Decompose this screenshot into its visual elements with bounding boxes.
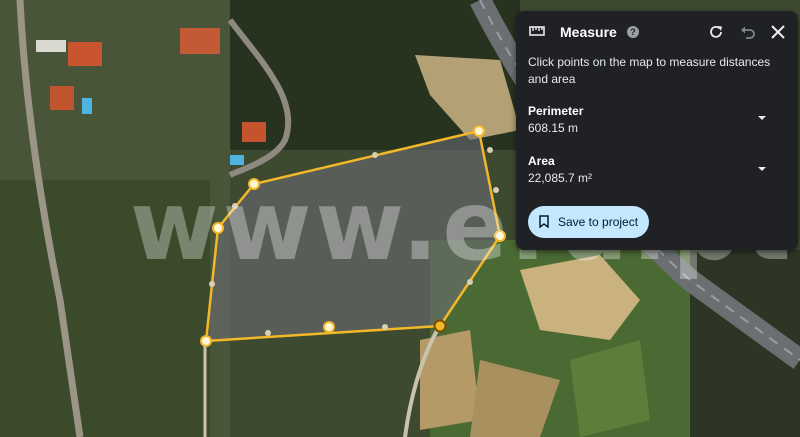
help-circle-icon[interactable]: ? — [627, 26, 639, 38]
vertex-handle[interactable] — [248, 178, 260, 190]
panel-header: Measure ? — [516, 11, 798, 53]
house-roof-1 — [68, 42, 102, 66]
undo-icon[interactable] — [738, 22, 758, 42]
panel-title: Measure — [560, 24, 617, 40]
vertex-handle[interactable] — [473, 125, 485, 137]
perimeter-value: 608.15 m — [528, 121, 579, 135]
perimeter-unit-dropdown[interactable] — [758, 116, 766, 120]
area-label: Area — [528, 154, 555, 168]
midpoint-handle[interactable] — [487, 147, 493, 153]
vertex-handle[interactable] — [200, 335, 212, 347]
vertex-handle[interactable] — [323, 321, 335, 333]
forest-west — [0, 180, 210, 437]
house-roof-4 — [242, 122, 266, 142]
save-to-project-button[interactable]: Save to project — [528, 206, 649, 238]
midpoint-handle[interactable] — [265, 330, 271, 336]
save-button-label: Save to project — [558, 215, 639, 229]
perimeter-label: Perimeter — [528, 104, 584, 118]
house-roof-3 — [50, 86, 74, 110]
area-unit-dropdown[interactable] — [758, 167, 766, 171]
midpoint-handle[interactable] — [382, 324, 388, 330]
house-roof-2 — [180, 28, 220, 54]
vertex-handle[interactable] — [494, 230, 506, 242]
midpoint-handle[interactable] — [232, 203, 238, 209]
refresh-icon[interactable] — [706, 22, 726, 42]
measure-panel: Measure ? Click points on the map to mea… — [516, 11, 798, 250]
midpoint-handle[interactable] — [372, 152, 378, 158]
vertex-handle[interactable] — [433, 319, 447, 333]
close-icon[interactable] — [768, 22, 788, 42]
pool-2 — [82, 98, 92, 114]
area-value: 22,085.7 m² — [528, 171, 593, 185]
midpoint-handle[interactable] — [493, 187, 499, 193]
house-roof-5 — [36, 40, 66, 52]
instructions-text: Click points on the map to measure dista… — [528, 55, 771, 86]
vertex-handle[interactable] — [212, 222, 224, 234]
ruler-icon — [529, 26, 545, 36]
pool — [230, 155, 244, 165]
bookmark-icon — [539, 215, 549, 228]
midpoint-handle[interactable] — [209, 281, 215, 287]
midpoint-handle[interactable] — [467, 279, 473, 285]
